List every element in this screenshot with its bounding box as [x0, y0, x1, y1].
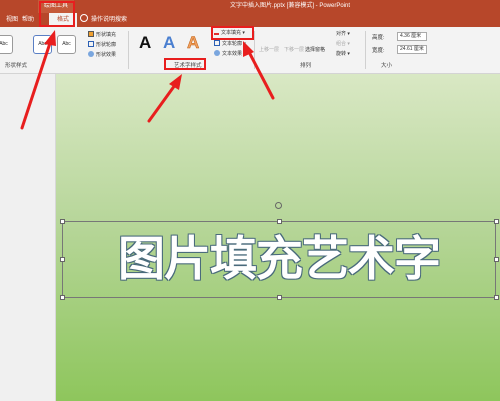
selection-pane-button[interactable]: 选择窗格 — [305, 46, 325, 55]
shape-styles-group-label: 形状样式 — [5, 63, 28, 69]
tell-me-label: 操作说明搜索 — [91, 17, 128, 23]
divider — [365, 31, 366, 69]
ribbon-tab-row: 视图 帮助 格式 操作说明搜索 — [0, 13, 500, 27]
text-outline-button[interactable]: 文本轮廓 ▾ — [214, 40, 246, 49]
title-bar: 绘图工具 文字中插入图片.pptx [兼容模式] - PowerPoint — [0, 0, 500, 13]
height-label: 高度: — [372, 35, 385, 41]
group-label: 组合 — [336, 41, 347, 47]
resize-handle[interactable] — [494, 219, 499, 224]
text-outline-label: 文本轮廓 — [222, 41, 243, 47]
width-label: 宽度: — [372, 48, 385, 54]
wordart-style-orange[interactable]: A — [187, 33, 200, 53]
align-label: 对齐 — [336, 31, 347, 37]
text-effects-icon — [214, 50, 220, 56]
wordart-styles-highlight — [164, 58, 206, 70]
rotate-button[interactable]: 旋转 ▾ — [336, 50, 350, 59]
slide-thumbnail-pane[interactable] — [0, 74, 56, 401]
shape-outline-button[interactable]: 形状轮廓 — [88, 41, 116, 50]
wordart-style-black[interactable]: A — [139, 33, 151, 53]
arrange-group-label: 排列 — [300, 63, 312, 69]
shape-outline-label: 形状轮廓 — [96, 42, 117, 48]
effects-icon — [88, 51, 94, 57]
tab-help[interactable]: 帮助 — [22, 13, 34, 27]
resize-handle[interactable] — [494, 257, 499, 262]
text-effects-label: 文本效果 — [222, 51, 243, 57]
send-backward-button[interactable]: 下移一层 — [284, 46, 304, 55]
text-outline-icon — [214, 40, 220, 46]
rotate-label: 旋转 — [336, 51, 347, 57]
align-button[interactable]: 对齐 ▾ — [336, 30, 350, 39]
size-group-label: 大小 — [381, 63, 393, 69]
window-title: 文字中插入图片.pptx [兼容模式] - PowerPoint — [229, 3, 351, 9]
shape-effects-label: 形状效果 — [96, 52, 117, 58]
wordart-style-blue[interactable]: A — [163, 33, 175, 53]
shape-style-thumb-3[interactable]: Abc — [57, 35, 76, 54]
text-fill-highlight — [211, 26, 254, 40]
height-input[interactable]: 4.36 厘米 — [397, 32, 427, 41]
tab-view[interactable]: 视图 — [6, 13, 18, 27]
bring-forward-button[interactable]: 上移一层 — [259, 46, 279, 55]
resize-handle[interactable] — [494, 295, 499, 300]
shape-fill-button[interactable]: 形状填充 — [88, 31, 116, 40]
group-button[interactable]: 组合 ▾ — [336, 40, 350, 49]
shape-effects-button[interactable]: 形状效果 — [88, 51, 116, 60]
shape-style-thumb-2[interactable]: Abc — [33, 35, 52, 54]
shape-style-thumb-1[interactable]: Abc — [0, 35, 13, 54]
divider — [254, 31, 255, 69]
width-input[interactable]: 24.61 厘米 — [397, 45, 427, 54]
rotate-handle[interactable] — [275, 202, 282, 209]
shape-fill-label: 形状填充 — [96, 32, 117, 38]
text-effects-button[interactable]: 文本效果 ▾ — [214, 50, 246, 59]
paint-bucket-icon — [88, 31, 94, 37]
format-tab-highlight — [39, 1, 75, 27]
tell-me-search[interactable]: 操作说明搜索 — [80, 13, 127, 27]
pen-outline-icon — [88, 41, 94, 47]
lightbulb-icon — [80, 14, 88, 22]
wordart-text[interactable]: 图片填充艺术字 — [64, 222, 494, 297]
divider — [128, 31, 129, 69]
